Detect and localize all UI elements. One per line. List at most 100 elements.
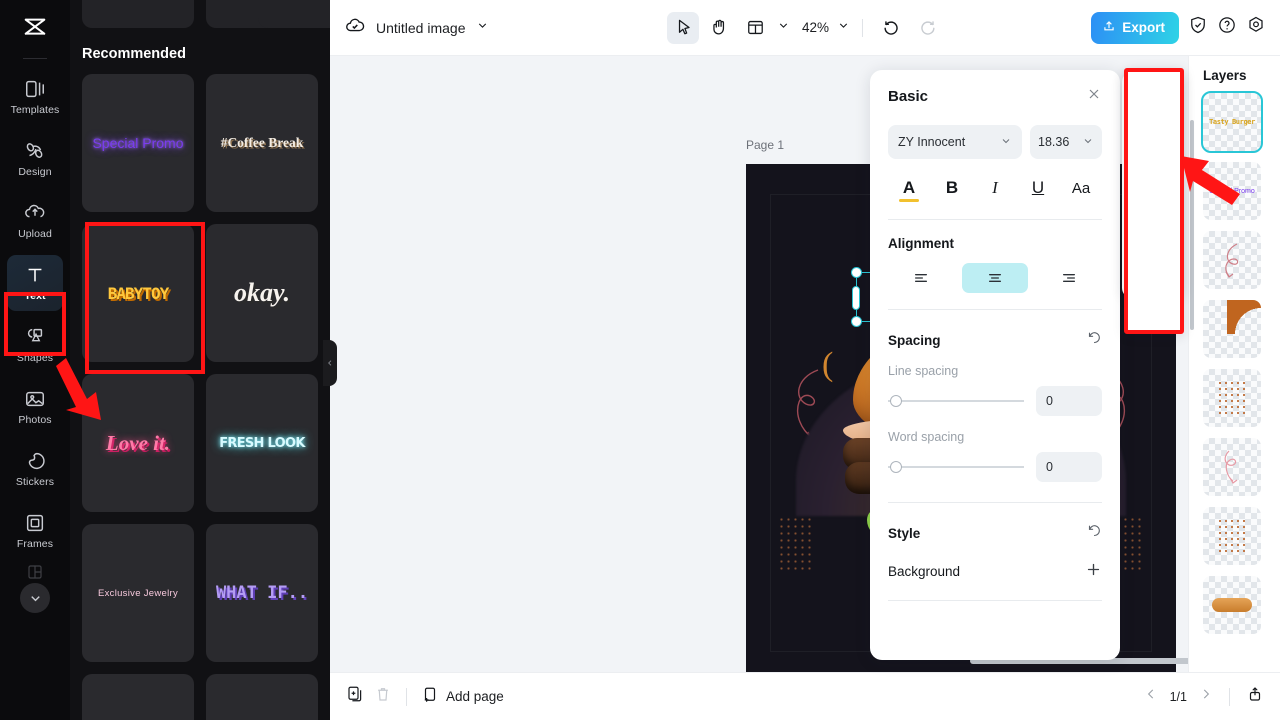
chevron-down-icon[interactable] <box>777 19 790 37</box>
layer-corner-triangle[interactable] <box>1203 300 1261 358</box>
align-left-button[interactable] <box>888 263 954 293</box>
template-card-okay[interactable]: okay. <box>206 224 318 362</box>
properties-header: Basic <box>888 86 1102 107</box>
template-card-coffee-break[interactable]: #Coffee Break <box>206 74 318 212</box>
line-spacing-input[interactable]: 0 <box>1036 386 1102 416</box>
add-page-button[interactable]: Add page <box>421 686 504 707</box>
template-card-babytoy[interactable]: BABYTOY <box>82 224 194 362</box>
next-page-button[interactable] <box>1199 687 1213 706</box>
tool-label: Arrange <box>1136 271 1170 282</box>
layer-dots-2[interactable] <box>1203 507 1261 565</box>
templates-scroll-area[interactable]: Recommended Special Promo #Coffee Break … <box>70 0 330 720</box>
tool-arrange[interactable]: Arrange <box>1128 240 1178 292</box>
sidebar-item-templates[interactable]: Templates <box>7 69 63 125</box>
layers-vertical-scrollbar[interactable] <box>1190 120 1194 330</box>
sidebar-item-photos[interactable]: Photos <box>7 379 63 435</box>
template-card-love-it[interactable]: Love it. <box>82 374 194 512</box>
layer-swirl-2[interactable] <box>1203 438 1261 496</box>
undo-button[interactable] <box>875 12 907 44</box>
template-card-partial[interactable] <box>82 674 194 720</box>
reset-icon[interactable] <box>1087 523 1102 543</box>
line-spacing-slider[interactable] <box>888 393 1024 409</box>
duplicate-page-icon[interactable] <box>346 685 364 708</box>
resize-handle-bottom-left[interactable] <box>851 316 862 327</box>
capcut-logo-icon[interactable] <box>0 4 70 54</box>
word-spacing-slider[interactable] <box>888 459 1024 475</box>
layer-dots-1[interactable] <box>1203 369 1261 427</box>
layer-pill[interactable] <box>1203 576 1261 634</box>
align-right-button[interactable] <box>1036 263 1102 293</box>
layer-tasty-burger[interactable]: Tasty Burger <box>1201 91 1263 153</box>
text-case-button[interactable]: Aa <box>1064 173 1098 203</box>
layer-thumb <box>1203 231 1261 289</box>
sidebar-item-label: Shapes <box>16 352 54 364</box>
template-card-partial[interactable] <box>258 0 330 28</box>
layer-swirl-1[interactable] <box>1203 231 1261 289</box>
chevron-down-icon[interactable] <box>20 583 50 613</box>
redo-button[interactable] <box>911 12 943 44</box>
dots-decor-left[interactable] <box>778 516 814 572</box>
style-label: Style <box>888 525 921 541</box>
plus-icon[interactable] <box>1085 561 1102 582</box>
resize-handle-middle-left[interactable] <box>852 286 860 310</box>
template-card-partial[interactable] <box>206 674 318 720</box>
prev-page-button[interactable] <box>1144 687 1158 706</box>
sidebar-item-stickers[interactable]: Stickers <box>7 441 63 497</box>
slider-knob[interactable] <box>890 395 902 407</box>
tool-opacity[interactable]: Opacity <box>1128 186 1178 238</box>
reset-icon[interactable] <box>1087 330 1102 350</box>
template-card-partial[interactable] <box>82 0 194 28</box>
line-spacing-row: 0 <box>888 386 1102 416</box>
font-family-select[interactable]: ZY Innocent <box>888 125 1022 159</box>
trash-icon[interactable] <box>374 685 392 708</box>
export-page-icon[interactable] <box>1246 685 1264 708</box>
layer-special-promo[interactable]: Special Promo <box>1203 162 1261 220</box>
tool-presets[interactable]: Presets <box>1128 132 1178 184</box>
panel-collapse-handle[interactable] <box>323 340 337 386</box>
background-row[interactable]: Background <box>888 561 1102 582</box>
select-tool-button[interactable] <box>666 11 699 44</box>
chevron-down-icon <box>1000 135 1012 150</box>
sidebar-item-upload[interactable]: Upload <box>7 193 63 249</box>
shield-check-icon[interactable] <box>1188 15 1208 40</box>
underline-glyph: U <box>1031 178 1045 197</box>
template-card-what-if[interactable]: WHAT IF.. <box>206 524 318 662</box>
sidebar-item-label: Upload <box>18 228 52 240</box>
zoom-level[interactable]: 42% <box>802 20 829 35</box>
sidebar-item-frames[interactable]: Frames <box>7 503 63 559</box>
slider-knob[interactable] <box>890 461 902 473</box>
hand-tool-button[interactable] <box>703 12 735 44</box>
resize-handle-top-left[interactable] <box>851 267 862 278</box>
export-button[interactable]: Export <box>1091 11 1179 44</box>
underline-button[interactable]: U <box>1021 173 1055 203</box>
template-card-exclusive-jewelry[interactable]: Exclusive Jewelry <box>82 524 194 662</box>
tool-basic[interactable]: Basic <box>1128 78 1178 130</box>
chevron-down-icon[interactable] <box>837 19 850 37</box>
gear-settings-icon[interactable] <box>1246 15 1266 40</box>
sidebar-item-more-partial[interactable] <box>23 563 47 581</box>
template-card-special-promo[interactable]: Special Promo <box>82 74 194 212</box>
close-x-icon[interactable] <box>1086 86 1102 107</box>
left-rail: Templates Design Upload Text Shapes Phot… <box>0 0 70 720</box>
sidebar-item-shapes[interactable]: Shapes <box>7 317 63 373</box>
font-size-value: 18.36 <box>1038 135 1070 149</box>
align-center-button[interactable] <box>962 263 1028 293</box>
word-spacing-input[interactable]: 0 <box>1036 452 1102 482</box>
bold-button[interactable]: B <box>935 173 969 203</box>
templates-partial-row <box>82 0 330 28</box>
italic-button[interactable]: I <box>978 173 1012 203</box>
template-card-fresh-look[interactable]: FRESH LOOK <box>206 374 318 512</box>
font-size-select[interactable]: 18.36 <box>1030 125 1102 159</box>
help-question-icon[interactable] <box>1217 15 1237 40</box>
bottombar-divider <box>406 687 407 706</box>
layout-tool-button[interactable] <box>739 12 771 44</box>
layer-thumb: Tasty Burger <box>1203 93 1261 151</box>
template-card-label: WHAT IF.. <box>215 583 309 603</box>
tool-label: Basic <box>1141 109 1165 120</box>
sidebar-item-design[interactable]: Design <box>7 131 63 187</box>
font-color-button[interactable]: A <box>892 173 926 203</box>
file-name[interactable]: Untitled image <box>376 20 466 36</box>
chevron-down-icon[interactable] <box>476 19 489 37</box>
sidebar-item-text[interactable]: Text <box>7 255 63 311</box>
bold-glyph: B <box>945 178 959 197</box>
